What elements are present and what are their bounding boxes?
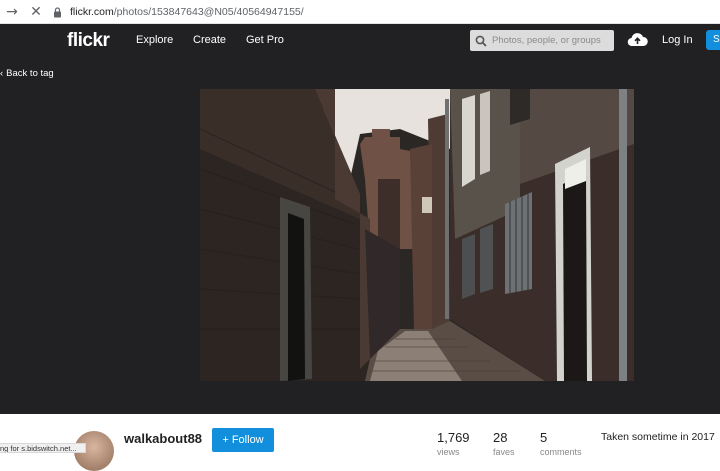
browser-status-bar: ng for s.bidswitch.net... <box>0 443 86 453</box>
stop-loading-icon[interactable]: ✕ <box>24 0 48 24</box>
address-bar[interactable]: flickr.com/photos/153847643@N05/40564947… <box>50 3 718 21</box>
taken-date: Taken sometime in 2017 <box>601 431 715 443</box>
url-text: flickr.com/photos/153847643@N05/40564947… <box>70 6 304 18</box>
nav-explore[interactable]: Explore <box>136 34 173 46</box>
browser-toolbar: → ✕ flickr.com/photos/153847643@N05/4056… <box>0 0 720 24</box>
main-photo[interactable] <box>200 89 634 381</box>
site-header: flickr Explore Create Get Pro Log In S <box>0 24 720 56</box>
faves-count: 28 <box>493 430 508 445</box>
search-icon[interactable] <box>470 35 492 47</box>
comments-label: comments <box>540 447 582 457</box>
search-box <box>470 30 614 51</box>
nav-create[interactable]: Create <box>193 34 226 46</box>
views-stat: 1,769 views <box>437 430 470 457</box>
photo-info-bar: walkabout88 + Follow 1,769 views 28 fave… <box>0 414 720 471</box>
back-to-tag-label: Back to tag <box>6 68 54 79</box>
chevron-left-icon: ‹ <box>0 68 4 79</box>
username-link[interactable]: walkabout88 <box>124 431 202 446</box>
upload-cloud-icon[interactable] <box>627 32 648 52</box>
comments-count: 5 <box>540 430 548 445</box>
faves-label: faves <box>493 447 515 457</box>
faves-stat: 28 faves <box>493 430 515 457</box>
comments-stat: 5 comments <box>540 430 582 457</box>
nav-get-pro[interactable]: Get Pro <box>246 34 284 46</box>
lock-icon <box>50 6 64 18</box>
views-label: views <box>437 447 460 457</box>
views-count: 1,769 <box>437 430 470 445</box>
search-input[interactable] <box>492 35 610 46</box>
flickr-logo[interactable]: flickr <box>67 30 110 52</box>
signup-button[interactable]: S <box>706 30 720 50</box>
follow-button[interactable]: + Follow <box>212 428 274 452</box>
photo-viewer: ‹ Back to tag <box>0 56 720 414</box>
url-host: flickr.com <box>70 6 114 18</box>
alley-photo-image <box>200 89 634 381</box>
login-link[interactable]: Log In <box>662 34 693 46</box>
forward-icon[interactable]: → <box>0 0 24 24</box>
back-to-tag-link[interactable]: ‹ Back to tag <box>0 68 54 79</box>
url-path: /photos/153847643@N05/40564947155/ <box>113 6 304 18</box>
